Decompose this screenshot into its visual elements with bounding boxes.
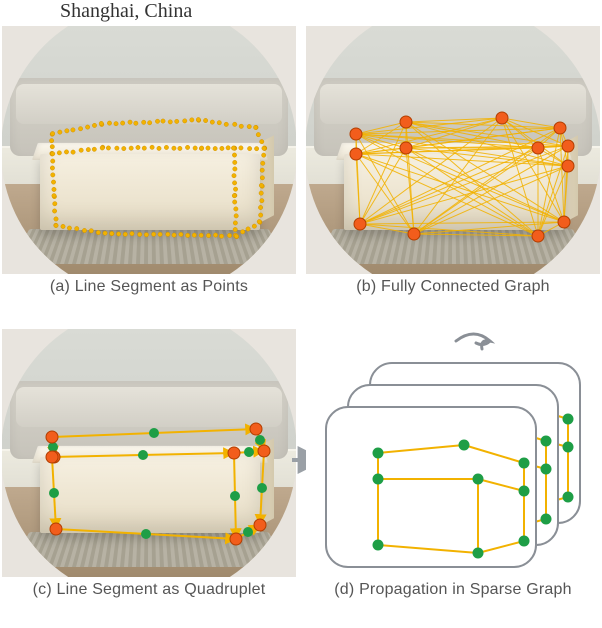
panel-b-image — [306, 26, 600, 274]
panel-c: (c) Line Segment as Quadruplet — [2, 329, 296, 599]
figure-root: Shanghai, China (a) Line Segment as Poin… — [0, 0, 602, 628]
panel-a-image — [2, 26, 296, 274]
panel-c-image — [2, 329, 296, 577]
panel-b: (b) Fully Connected Graph — [306, 26, 600, 296]
panel-d-diagram — [306, 329, 600, 577]
panel-d-overlay — [306, 329, 600, 577]
panel-d: (d) Propagation in Sparse Graph — [306, 329, 600, 599]
panel-a-caption: (a) Line Segment as Points — [2, 278, 296, 296]
panel-a: (a) Line Segment as Points — [2, 26, 296, 296]
cropped-header-text: Shanghai, China — [60, 0, 192, 23]
panel-c-caption: (c) Line Segment as Quadruplet — [2, 581, 296, 599]
panel-b-caption: (b) Fully Connected Graph — [306, 278, 600, 296]
panel-d-caption: (d) Propagation in Sparse Graph — [306, 581, 600, 599]
